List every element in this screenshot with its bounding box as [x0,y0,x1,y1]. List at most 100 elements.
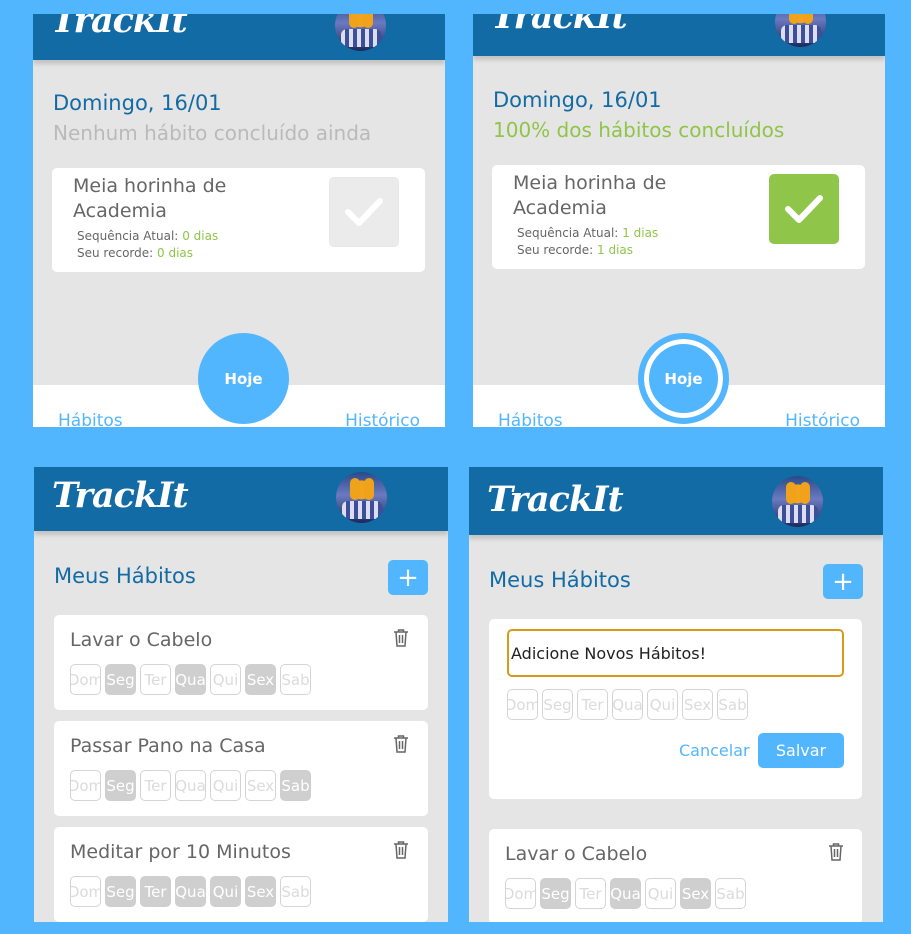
today-date: Domingo, 16/01 [53,91,222,115]
habit-streak: Sequência Atual: 1 dias [517,225,658,242]
streak-label: Sequência Atual: [77,229,179,243]
weekday-button-dom[interactable]: Dom [70,770,101,801]
habit-record: Seu recorde: 0 dias [77,245,193,262]
habit-name: Meia horinha de Academia [73,175,227,222]
today-progress: Nenhum hábito concluído ainda [53,121,372,145]
habit-item: Passar Pano na Casa DomSegTerQuaQuiSexSa… [54,721,428,816]
habit-check-button[interactable] [769,174,839,244]
weekday-button-dom[interactable]: Dom [507,689,538,720]
weekday-selector: DomSegTerQuaQuiSexSab [505,878,746,909]
record-label: Seu recorde: [517,243,594,257]
save-button[interactable]: Salvar [758,733,844,768]
add-habit-button[interactable]: + [823,564,863,599]
weekday-button-sex[interactable]: Sex [245,876,276,907]
today-screen-empty: TrackIt Domingo, 16/01 Nenhum hábito con… [33,14,445,427]
today-screen-done: TrackIt Domingo, 16/01 100% dos hábitos … [473,14,885,427]
weekday-button-seg[interactable]: Seg [542,689,573,720]
weekday-selector: DomSegTerQuaQuiSexSab [507,689,748,720]
app-logo: TrackIt [487,479,624,520]
habit-item: Lavar o Cabelo DomSegTerQuaQuiSexSab [489,829,862,922]
today-button[interactable]: Hoje [198,333,289,424]
record-value: 0 dias [157,246,194,260]
top-bar: TrackIt [33,14,445,60]
page-title: Meus Hábitos [489,568,631,592]
habit-record: Seu recorde: 1 dias [517,242,633,259]
weekday-button-sab[interactable]: Sab [280,876,311,907]
habit-name-input[interactable]: Adicione Novos Hábitos! [507,629,844,677]
app-logo: TrackIt [52,475,189,516]
habit-name: Passar Pano na Casa [70,735,266,757]
weekday-button-seg[interactable]: Seg [105,770,136,801]
today-progress: 100% dos hábitos concluídos [493,118,785,142]
weekday-button-sex[interactable]: Sex [680,878,711,909]
weekday-button-sab[interactable]: Sab [715,878,746,909]
weekday-button-sex[interactable]: Sex [682,689,713,720]
user-avatar[interactable] [335,14,386,51]
trash-icon[interactable] [828,842,844,861]
weekday-button-sex[interactable]: Sex [245,664,276,695]
trash-icon[interactable] [393,840,409,859]
habits-screen: TrackIt Meus Hábitos + Lavar o Cabelo Do… [34,467,448,922]
habit-name: Meia horinha de Academia [513,172,667,219]
weekday-button-dom[interactable]: Dom [70,876,101,907]
weekday-button-dom[interactable]: Dom [70,664,101,695]
weekday-button-ter[interactable]: Ter [575,878,606,909]
habit-name: Meditar por 10 Minutos [70,841,291,863]
new-habit-form: Adicione Novos Hábitos! DomSegTerQuaQuiS… [489,619,862,799]
weekday-button-seg[interactable]: Seg [105,876,136,907]
user-avatar[interactable] [336,472,387,523]
user-avatar[interactable] [775,14,826,47]
weekday-button-qua[interactable]: Qua [175,770,206,801]
weekday-button-qua[interactable]: Qua [175,876,206,907]
habit-card: Meia horinha de Academia Sequência Atual… [492,165,865,269]
habit-streak: Sequência Atual: 0 dias [77,228,218,245]
trash-icon[interactable] [393,628,409,647]
nav-history-link[interactable]: Histórico [345,411,420,427]
habit-card: Meia horinha de Academia Sequência Atual… [52,168,425,272]
weekday-button-qui[interactable]: Qui [647,689,678,720]
today-date: Domingo, 16/01 [493,88,662,112]
record-value: 1 dias [597,243,634,257]
weekday-button-qui[interactable]: Qui [210,770,241,801]
weekday-button-sab[interactable]: Sab [717,689,748,720]
page-title: Meus Hábitos [54,564,196,588]
cancel-button[interactable]: Cancelar [679,741,750,760]
weekday-selector: DomSegTerQuaQuiSexSab [70,664,311,695]
streak-label: Sequência Atual: [517,226,619,240]
weekday-selector: DomSegTerQuaQuiSexSab [70,876,311,907]
app-logo: TrackIt [51,14,188,41]
weekday-button-ter[interactable]: Ter [140,664,171,695]
weekday-selector: DomSegTerQuaQuiSexSab [70,770,311,801]
weekday-button-sex[interactable]: Sex [245,770,276,801]
weekday-button-sab[interactable]: Sab [280,770,311,801]
weekday-button-qua[interactable]: Qua [612,689,643,720]
weekday-button-seg[interactable]: Seg [540,878,571,909]
today-button[interactable]: Hoje [638,333,729,424]
check-icon [785,195,823,223]
app-logo: TrackIt [491,14,628,37]
nav-habits-link[interactable]: Hábitos [58,411,123,427]
weekday-button-qui[interactable]: Qui [210,876,241,907]
add-habit-button[interactable]: + [388,560,428,595]
weekday-button-seg[interactable]: Seg [105,664,136,695]
weekday-button-dom[interactable]: Dom [505,878,536,909]
nav-habits-link[interactable]: Hábitos [498,411,563,427]
weekday-button-qui[interactable]: Qui [645,878,676,909]
weekday-button-qui[interactable]: Qui [210,664,241,695]
weekday-button-ter[interactable]: Ter [140,876,171,907]
user-avatar[interactable] [772,476,823,527]
weekday-button-ter[interactable]: Ter [140,770,171,801]
top-bar: TrackIt [469,467,883,535]
streak-value: 0 dias [182,229,219,243]
habit-item: Meditar por 10 Minutos DomSegTerQuaQuiSe… [54,827,428,922]
check-icon [345,198,383,226]
nav-history-link[interactable]: Histórico [785,411,860,427]
habit-check-button[interactable] [329,177,399,247]
record-label: Seu recorde: [77,246,154,260]
top-bar: TrackIt [473,14,885,56]
trash-icon[interactable] [393,734,409,753]
weekday-button-sab[interactable]: Sab [280,664,311,695]
weekday-button-qua[interactable]: Qua [610,878,641,909]
weekday-button-qua[interactable]: Qua [175,664,206,695]
weekday-button-ter[interactable]: Ter [577,689,608,720]
